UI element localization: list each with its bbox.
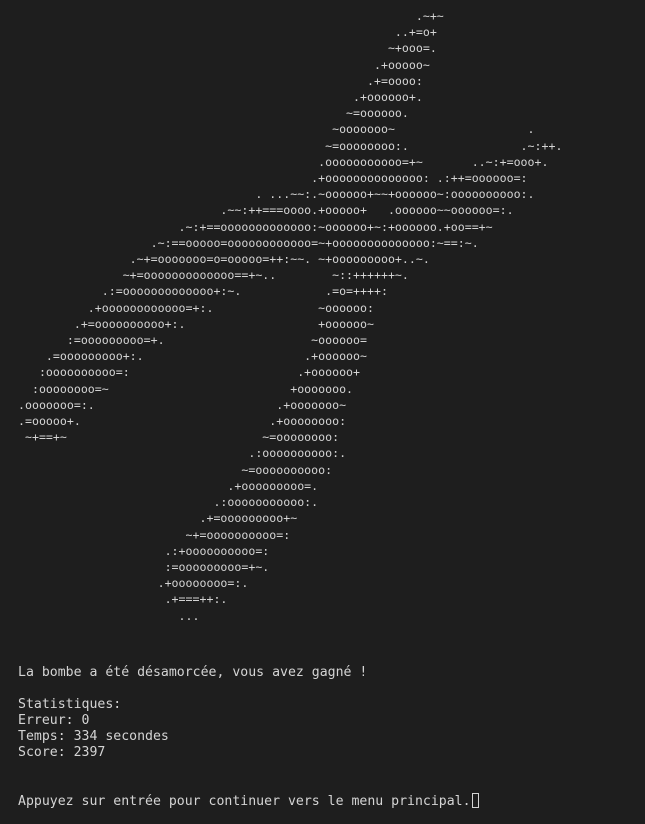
stat-errors: Erreur: 0 [18,713,90,728]
result-message: La bombe a été désamorcée, vous avez gag… [18,665,368,680]
ascii-art-defused-bomb: .~+~ ..+=o+ ~+ooo=. .+ooooo~ .+=oooo: .+… [18,9,563,623]
stats-title: Statistiques: [18,697,122,712]
stat-score: Score: 2397 [18,745,106,760]
stat-time: Temps: 334 secondes [18,729,169,744]
continue-prompt-text: Appuyez sur entrée pour continuer vers l… [18,794,471,809]
text-cursor[interactable] [471,793,479,808]
terminal-window[interactable]: .~+~ ..+=o+ ~+ooo=. .+ooooo~ .+=oooo: .+… [0,0,645,824]
continue-prompt[interactable]: Appuyez sur entrée pour continuer vers l… [18,793,479,810]
